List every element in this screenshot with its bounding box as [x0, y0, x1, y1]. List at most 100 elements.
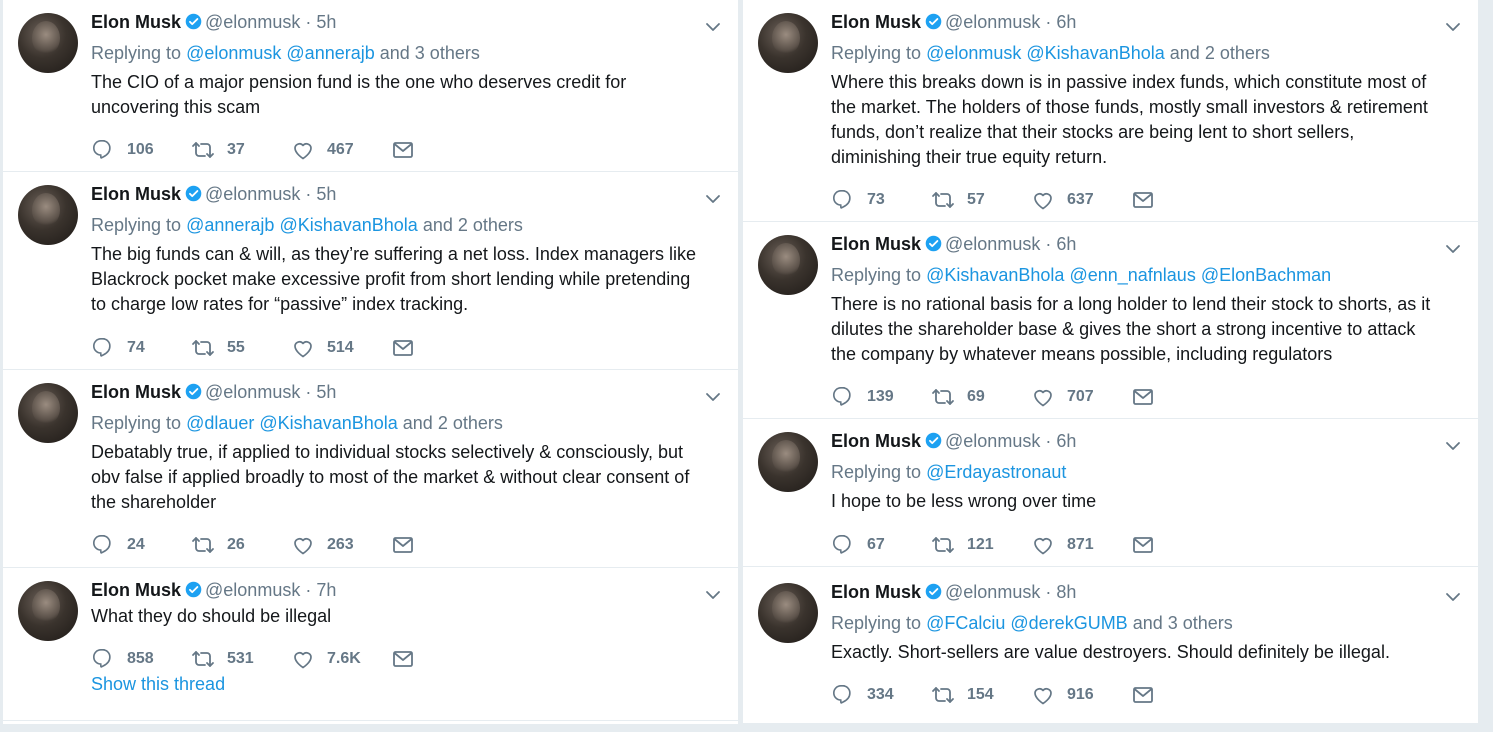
direct-message-button[interactable]: [1131, 385, 1231, 409]
direct-message-button[interactable]: [391, 533, 491, 557]
like-button[interactable]: 263: [291, 533, 391, 557]
chevron-down-icon[interactable]: [704, 190, 722, 208]
direct-message-button[interactable]: [391, 138, 491, 162]
retweet-button[interactable]: 57: [931, 188, 1031, 212]
timestamp[interactable]: 5h: [316, 184, 336, 204]
reply-button[interactable]: 334: [831, 683, 931, 707]
others-count[interactable]: and 2 others: [423, 215, 523, 235]
avatar[interactable]: [758, 583, 818, 643]
author-handle[interactable]: @elonmusk: [945, 582, 1040, 602]
timestamp[interactable]: 8h: [1056, 582, 1076, 602]
reply-button[interactable]: 858: [91, 647, 191, 671]
avatar[interactable]: [18, 13, 78, 73]
avatar[interactable]: [758, 13, 818, 73]
chevron-down-icon[interactable]: [1444, 437, 1462, 455]
mention-link[interactable]: @KishavanBhola: [259, 413, 397, 433]
reply-button[interactable]: 74: [91, 336, 191, 360]
avatar[interactable]: [18, 185, 78, 245]
author-handle[interactable]: @elonmusk: [945, 234, 1040, 254]
like-button[interactable]: 707: [1031, 385, 1131, 409]
author-handle[interactable]: @elonmusk: [205, 12, 300, 32]
mention-link[interactable]: @ElonBachman: [1201, 265, 1331, 285]
tweet[interactable]: Elon Musk @elonmusk · 6h Replying to @Kish…: [743, 222, 1478, 419]
reply-button[interactable]: 73: [831, 188, 931, 212]
timestamp[interactable]: 7h: [316, 580, 336, 600]
author-name[interactable]: Elon Musk: [831, 582, 921, 602]
retweet-button[interactable]: 26: [191, 533, 291, 557]
retweet-button[interactable]: 69: [931, 385, 1031, 409]
timestamp[interactable]: 5h: [316, 382, 336, 402]
like-button[interactable]: 637: [1031, 188, 1131, 212]
timestamp[interactable]: 6h: [1056, 431, 1076, 451]
author-name[interactable]: Elon Musk: [91, 12, 181, 32]
chevron-down-icon[interactable]: [1444, 240, 1462, 258]
retweet-button[interactable]: 37: [191, 138, 291, 162]
author-name[interactable]: Elon Musk: [91, 184, 181, 204]
others-count[interactable]: and 2 others: [1170, 43, 1270, 63]
mention-link[interactable]: @KishavanBhola: [1026, 43, 1164, 63]
tweet[interactable]: Elon Musk @elonmusk · 8h Replying to @FCal…: [743, 570, 1478, 724]
author-name[interactable]: Elon Musk: [831, 431, 921, 451]
chevron-down-icon[interactable]: [704, 388, 722, 406]
mention-link[interactable]: @elonmusk: [926, 43, 1021, 63]
author-handle[interactable]: @elonmusk: [205, 580, 300, 600]
chevron-down-icon[interactable]: [1444, 588, 1462, 606]
chevron-down-icon[interactable]: [704, 18, 722, 36]
author-name[interactable]: Elon Musk: [91, 382, 181, 402]
like-button[interactable]: 467: [291, 138, 391, 162]
retweet-button[interactable]: 55: [191, 336, 291, 360]
like-button[interactable]: 7.6K: [291, 647, 391, 671]
direct-message-button[interactable]: [1131, 188, 1231, 212]
others-count[interactable]: and 3 others: [380, 43, 480, 63]
like-button[interactable]: 871: [1031, 533, 1131, 557]
retweet-button[interactable]: 154: [931, 683, 1031, 707]
reply-button[interactable]: 67: [831, 533, 931, 557]
author-name[interactable]: Elon Musk: [91, 580, 181, 600]
author-name[interactable]: Elon Musk: [831, 12, 921, 32]
tweet[interactable]: Elon Musk @elonmusk · 6h Replying to @Erda…: [743, 419, 1478, 567]
timestamp[interactable]: 6h: [1056, 12, 1076, 32]
mention-link[interactable]: @dlauer: [186, 413, 254, 433]
like-button[interactable]: 514: [291, 336, 391, 360]
reply-button[interactable]: 139: [831, 385, 931, 409]
mention-link[interactable]: @annerajb: [186, 215, 274, 235]
mention-link[interactable]: @KishavanBhola: [279, 215, 417, 235]
retweet-button[interactable]: 121: [931, 533, 1031, 557]
avatar[interactable]: [18, 383, 78, 443]
mention-link[interactable]: @KishavanBhola: [926, 265, 1064, 285]
reply-button[interactable]: 106: [91, 138, 191, 162]
author-handle[interactable]: @elonmusk: [945, 12, 1040, 32]
avatar[interactable]: [758, 432, 818, 492]
tweet[interactable]: Elon Musk @elonmusk · 5h Replying to @anne…: [3, 172, 738, 370]
mention-link[interactable]: @Erdayastronaut: [926, 462, 1066, 482]
timestamp[interactable]: 5h: [316, 12, 336, 32]
retweet-button[interactable]: 531: [191, 647, 291, 671]
timestamp[interactable]: 6h: [1056, 234, 1076, 254]
mention-link[interactable]: @enn_nafnlaus: [1069, 265, 1195, 285]
avatar[interactable]: [758, 235, 818, 295]
mention-link[interactable]: @FCalciu: [926, 613, 1005, 633]
show-thread-link[interactable]: Show this thread: [91, 674, 225, 695]
direct-message-button[interactable]: [1131, 533, 1231, 557]
reply-button[interactable]: 24: [91, 533, 191, 557]
mention-link[interactable]: @elonmusk: [186, 43, 281, 63]
tweet[interactable]: Elon Musk @elonmusk · 5h Replying to @elon…: [3, 0, 738, 172]
direct-message-button[interactable]: [391, 647, 491, 671]
mention-link[interactable]: @annerajb: [286, 43, 374, 63]
author-handle[interactable]: @elonmusk: [205, 382, 300, 402]
author-handle[interactable]: @elonmusk: [945, 431, 1040, 451]
others-count[interactable]: and 2 others: [403, 413, 503, 433]
mention-link[interactable]: @derekGUMB: [1010, 613, 1127, 633]
chevron-down-icon[interactable]: [704, 586, 722, 604]
direct-message-button[interactable]: [391, 336, 491, 360]
avatar[interactable]: [18, 581, 78, 641]
others-count[interactable]: and 3 others: [1133, 613, 1233, 633]
tweet[interactable]: Elon Musk @elonmusk · 6h Replying to @elon…: [743, 0, 1478, 222]
chevron-down-icon[interactable]: [1444, 18, 1462, 36]
author-handle[interactable]: @elonmusk: [205, 184, 300, 204]
author-name[interactable]: Elon Musk: [831, 234, 921, 254]
tweet[interactable]: Elon Musk @elonmusk · 5h Replying to @dlau…: [3, 370, 738, 568]
like-button[interactable]: 916: [1031, 683, 1131, 707]
tweet[interactable]: Elon Musk @elonmusk · 7h What they do shou…: [3, 568, 738, 721]
direct-message-button[interactable]: [1131, 683, 1231, 707]
